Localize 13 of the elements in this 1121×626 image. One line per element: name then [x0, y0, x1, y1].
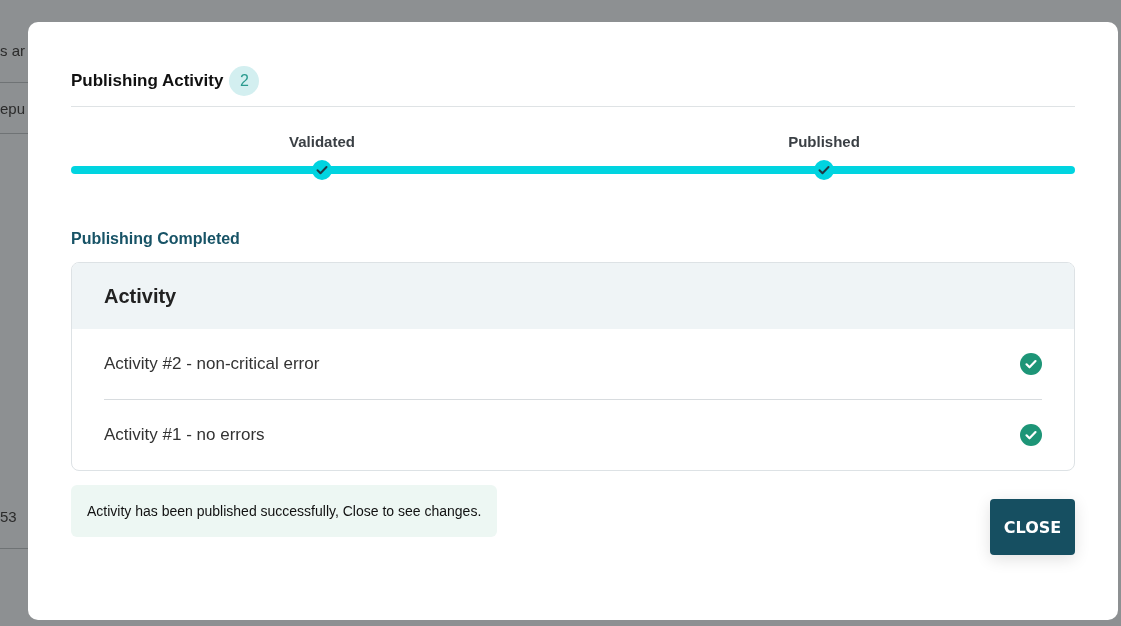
- status-heading: Publishing Completed: [71, 230, 241, 248]
- close-button[interactable]: CLOSE: [990, 499, 1075, 555]
- column-header: Activity: [104, 284, 177, 308]
- dialog-title: Publishing Activity: [71, 71, 224, 91]
- activity-name: Activity #1 - no errors: [104, 425, 265, 445]
- activity-name: Activity #2 - non-critical error: [104, 354, 320, 374]
- background-text: 53: [0, 507, 17, 525]
- success-message: Activity has been published successfully, Close to see changes.: [71, 485, 498, 537]
- count-badge: 2: [229, 66, 260, 96]
- background-text: s ar: [0, 41, 25, 59]
- step-label: Published: [787, 133, 861, 150]
- step-label: Validated: [288, 133, 356, 150]
- background-text: epu: [0, 99, 26, 117]
